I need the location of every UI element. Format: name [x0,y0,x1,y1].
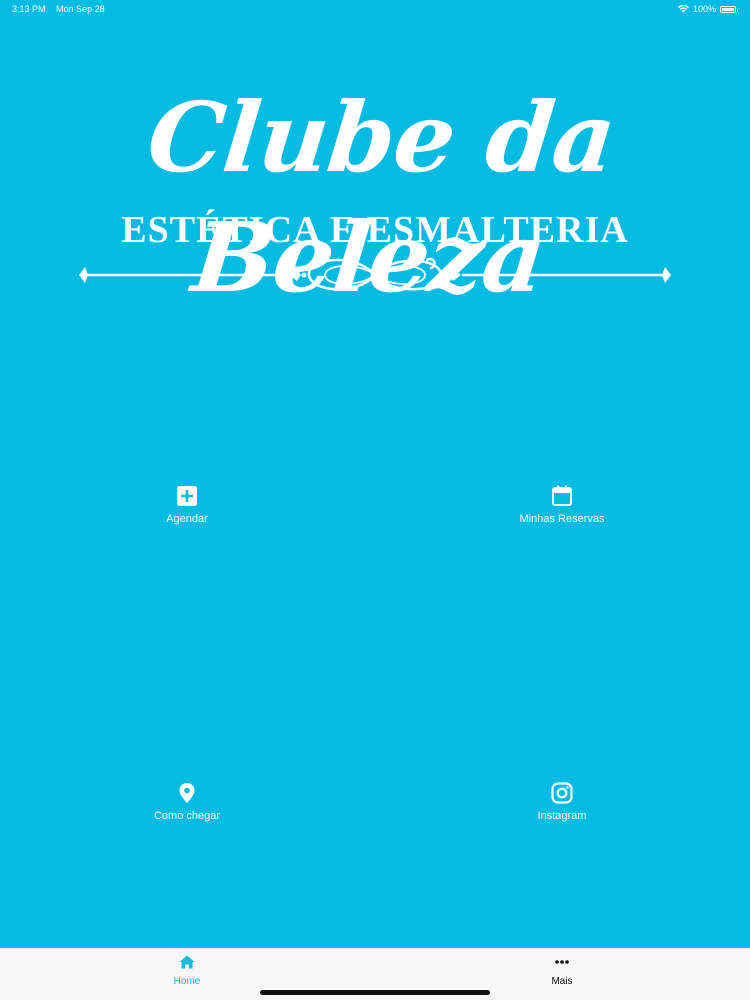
logo-subtitle: ESTÉTICA E ESMALTERIA [121,209,629,251]
minhas-reservas-label: Minhas Reservas [519,513,605,525]
minhas-reservas-button[interactable]: Minhas Reservas [462,485,662,545]
tab-mais-label: Mais [551,976,573,987]
tab-mais[interactable]: Mais [502,955,622,987]
agendar-label: Agendar [166,513,208,525]
plus-square-icon [177,486,197,506]
brand-logo: Clube da Beleza ESTÉTICA E ESMALTERIA [0,70,750,314]
map-pin-icon [179,783,195,803]
instagram-icon [551,782,573,804]
wifi-icon [677,5,689,13]
tab-home-label: Home [173,976,201,987]
status-left: 3:13 PM Mon Sep 28 [12,4,113,14]
tab-home[interactable]: Home [127,955,247,987]
instagram-label: Instagram [537,810,587,822]
home-indicator [260,990,490,995]
calendar-icon [552,485,572,506]
status-time: 3:13 PM [12,4,46,14]
home-icon [179,955,195,969]
status-bar: 3:13 PM Mon Sep 28 100% [0,0,750,18]
instagram-button[interactable]: Instagram [462,782,662,842]
como-chegar-label: Como chegar [153,810,221,822]
status-date: Mon Sep 28 [56,4,105,14]
agendar-button[interactable]: Agendar [87,485,287,545]
status-right: 100% [677,4,738,14]
battery-percent: 100% [692,4,716,14]
more-dots-icon [555,960,569,964]
ornament-divider-icon [79,257,671,291]
como-chegar-button[interactable]: Como chegar [87,782,287,842]
battery-icon [720,5,738,13]
